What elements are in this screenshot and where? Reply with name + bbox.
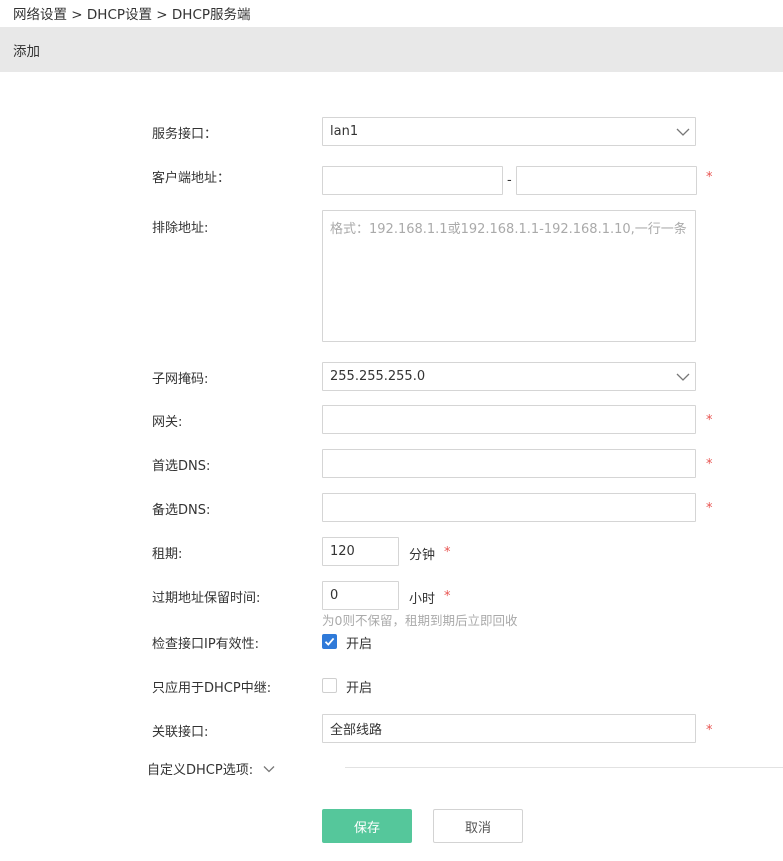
lease-value: 120 xyxy=(330,544,355,559)
check-interface-ip-label: 检查接口IP有效性: xyxy=(152,637,260,652)
required-mark: * xyxy=(706,457,713,472)
section-divider xyxy=(345,767,783,768)
exclude-address-textarea[interactable]: 格式：192.168.1.1或192.168.1.1-192.168.1.10,… xyxy=(322,210,696,342)
check-interface-ip-checkbox[interactable] xyxy=(322,634,337,649)
lease-unit: 分钟 xyxy=(409,548,436,563)
required-mark: * xyxy=(706,723,713,738)
client-address-start-input[interactable] xyxy=(322,166,503,195)
client-address-end-input[interactable] xyxy=(516,166,697,195)
lease-label: 租期: xyxy=(152,547,183,562)
primary-dns-input[interactable] xyxy=(322,449,696,478)
expired-reserve-unit: 小时 xyxy=(409,592,436,607)
required-mark: * xyxy=(444,589,451,604)
service-interface-select[interactable]: lan1 xyxy=(322,117,696,146)
relay-only-label: 只应用于DHCP中继: xyxy=(152,681,272,696)
save-button[interactable]: 保存 xyxy=(322,809,412,843)
service-interface-label: 服务接口： xyxy=(152,127,218,142)
gateway-input[interactable] xyxy=(322,405,696,434)
check-icon xyxy=(324,637,335,646)
custom-dhcp-options-label: 自定义DHCP选项: xyxy=(147,763,254,778)
gateway-label: 网关: xyxy=(152,415,183,430)
relay-only-checkbox[interactable] xyxy=(322,678,337,693)
relay-only-text: 开启 xyxy=(346,681,373,696)
cancel-button[interactable]: 取消 xyxy=(433,809,523,843)
subnet-mask-value: 255.255.255.0 xyxy=(330,369,426,384)
expired-reserve-hint: 为0则不保留，租期到期后立即回收 xyxy=(322,613,518,628)
client-address-separator: - xyxy=(507,173,512,188)
panel-title: 添加 xyxy=(13,44,40,60)
associated-interface-label: 关联接口: xyxy=(152,725,209,740)
custom-dhcp-options-toggle[interactable]: 自定义DHCP选项: xyxy=(147,759,275,778)
associated-interface-input[interactable]: 全部线路 xyxy=(322,714,696,743)
check-interface-ip-text: 开启 xyxy=(346,637,373,652)
expired-reserve-input[interactable]: 0 xyxy=(322,581,399,610)
exclude-address-label: 排除地址: xyxy=(152,221,209,236)
lease-input[interactable]: 120 xyxy=(322,537,399,566)
client-address-label: 客户端地址： xyxy=(152,171,231,186)
required-mark: * xyxy=(706,413,713,428)
required-mark: * xyxy=(706,501,713,516)
expired-reserve-label: 过期地址保留时间: xyxy=(152,591,261,606)
required-mark: * xyxy=(706,170,713,185)
required-mark: * xyxy=(444,545,451,560)
exclude-address-placeholder: 格式：192.168.1.1或192.168.1.1-192.168.1.10,… xyxy=(330,222,687,237)
service-interface-value: lan1 xyxy=(330,124,359,139)
primary-dns-label: 首选DNS: xyxy=(152,459,211,474)
subnet-mask-select[interactable]: 255.255.255.0 xyxy=(322,362,696,391)
expired-reserve-value: 0 xyxy=(330,588,339,603)
secondary-dns-input[interactable] xyxy=(322,493,696,522)
subnet-mask-label: 子网掩码: xyxy=(152,372,209,387)
breadcrumb: 网络设置 > DHCP设置 > DHCP服务端 xyxy=(13,7,251,23)
chevron-down-icon xyxy=(263,765,275,772)
secondary-dns-label: 备选DNS: xyxy=(152,503,211,518)
chevron-down-icon xyxy=(676,373,690,381)
chevron-down-icon xyxy=(676,128,690,136)
associated-interface-value: 全部线路 xyxy=(330,723,383,738)
panel-header: 添加 xyxy=(0,27,783,72)
